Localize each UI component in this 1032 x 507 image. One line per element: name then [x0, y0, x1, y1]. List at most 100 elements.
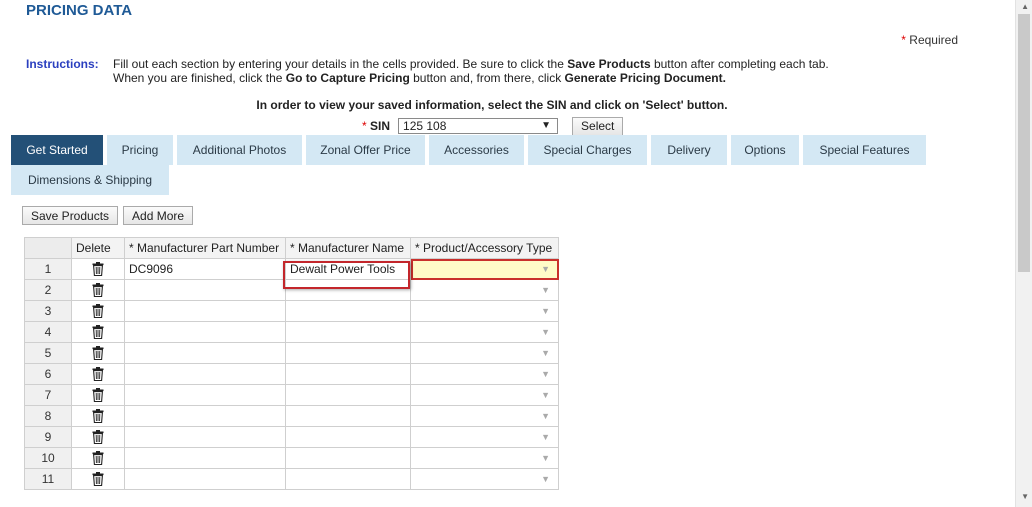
tab-get-started[interactable]: Get Started [11, 135, 103, 165]
manufacturer-name-cell[interactable] [285, 447, 411, 469]
product-type-cell[interactable]: ▼ [410, 363, 559, 385]
table-row: 7 ▼ [24, 384, 559, 406]
row-number: 10 [24, 447, 72, 469]
delete-cell[interactable] [71, 300, 125, 322]
delete-cell[interactable] [71, 279, 125, 301]
part-number-cell[interactable] [124, 384, 286, 406]
delete-cell[interactable] [71, 321, 125, 343]
grid-body: 1 DC9096 Dewalt Power Tools ▼ 2 ▼ 3 ▼ 4 ▼ 5 ▼ 6 ▼ 7 ▼ 8 ▼… [24, 258, 559, 490]
scrollbar-thumb[interactable] [1018, 14, 1030, 272]
manufacturer-name-cell[interactable] [285, 405, 411, 427]
trash-icon[interactable] [92, 409, 104, 424]
manufacturer-name-cell[interactable] [285, 321, 411, 343]
trash-icon[interactable] [92, 283, 104, 298]
row-number: 5 [24, 342, 72, 364]
product-type-cell[interactable]: ▼ [410, 321, 559, 343]
table-row: 8 ▼ [24, 405, 559, 427]
manufacturer-name-cell[interactable] [285, 426, 411, 448]
table-row: 3 ▼ [24, 300, 559, 322]
tab-special-charges[interactable]: Special Charges [528, 135, 647, 165]
trash-icon[interactable] [92, 472, 104, 487]
trash-icon[interactable] [92, 325, 104, 340]
row-number: 2 [24, 279, 72, 301]
add-more-button[interactable]: Add More [123, 206, 194, 225]
highlight-callout [283, 261, 410, 289]
delete-cell[interactable] [71, 342, 125, 364]
product-type-cell[interactable]: ▼ [410, 300, 559, 322]
row-number: 1 [24, 258, 72, 280]
part-number-cell[interactable] [124, 279, 286, 301]
product-type-cell[interactable]: ▼ [410, 342, 559, 364]
chevron-down-icon: ▼ [541, 285, 550, 295]
row-number: 6 [24, 363, 72, 385]
tab-zonal-offer-price[interactable]: Zonal Offer Price [306, 135, 425, 165]
table-row: 9 ▼ [24, 426, 559, 448]
part-number-cell[interactable] [124, 468, 286, 490]
row-number: 9 [24, 426, 72, 448]
tab-special-features[interactable]: Special Features [803, 135, 926, 165]
manufacturer-name-cell[interactable] [285, 468, 411, 490]
part-number-cell[interactable]: DC9096 [124, 258, 286, 280]
sin-select[interactable]: 125 108 ▼ [398, 118, 559, 134]
save-products-button[interactable]: Save Products [22, 206, 119, 225]
part-number-cell[interactable] [124, 447, 286, 469]
trash-icon[interactable] [92, 451, 104, 466]
tab-additional-photos[interactable]: Additional Photos [177, 135, 302, 165]
product-type-cell[interactable]: ▼ [410, 468, 559, 490]
trash-icon[interactable] [92, 304, 104, 319]
product-type-cell[interactable]: ▼ [410, 426, 559, 448]
product-type-cell[interactable]: ▼ [410, 279, 559, 301]
part-number-cell[interactable] [124, 405, 286, 427]
scroll-down-icon[interactable]: ▼ [1021, 492, 1029, 501]
instr-bold-generate: Generate Pricing Document. [564, 71, 726, 85]
sin-required-star: * [362, 119, 367, 133]
part-number-cell[interactable] [124, 321, 286, 343]
delete-cell[interactable] [71, 363, 125, 385]
delete-cell[interactable] [71, 447, 125, 469]
chevron-down-icon: ▼ [541, 411, 550, 421]
delete-cell[interactable] [71, 384, 125, 406]
table-row: 4 ▼ [24, 321, 559, 343]
sin-selected-value: 125 108 [403, 119, 447, 133]
instructions-label: Instructions: [26, 57, 99, 71]
column-header-delete: Delete [71, 237, 125, 259]
delete-cell[interactable] [71, 468, 125, 490]
trash-icon[interactable] [92, 262, 104, 277]
manufacturer-name-cell[interactable] [285, 363, 411, 385]
part-number-cell[interactable] [124, 342, 286, 364]
part-number-cell[interactable] [124, 363, 286, 385]
manufacturer-name-cell[interactable] [285, 300, 411, 322]
trash-icon[interactable] [92, 346, 104, 361]
part-number-cell[interactable] [124, 426, 286, 448]
select-button[interactable]: Select [572, 116, 624, 136]
instructions-line-1: Fill out each section by entering your d… [113, 57, 829, 71]
trash-icon[interactable] [92, 367, 104, 382]
table-row: 10 ▼ [24, 447, 559, 469]
chevron-down-icon: ▼ [541, 327, 550, 337]
required-star: * [901, 33, 906, 47]
tab-pricing[interactable]: Pricing [107, 135, 173, 165]
manufacturer-name-cell[interactable] [285, 342, 411, 364]
chevron-down-icon: ▼ [541, 348, 550, 358]
tab-accessories[interactable]: Accessories [429, 135, 524, 165]
tab-delivery[interactable]: Delivery [651, 135, 727, 165]
row-number: 3 [24, 300, 72, 322]
instr-bold-save-products: Save Products [567, 57, 651, 71]
trash-icon[interactable] [92, 430, 104, 445]
trash-icon[interactable] [92, 388, 104, 403]
product-type-cell[interactable]: ▼ [410, 405, 559, 427]
delete-cell[interactable] [71, 426, 125, 448]
tab-dimensions-shipping[interactable]: Dimensions & Shipping [11, 165, 169, 195]
delete-cell[interactable] [71, 405, 125, 427]
part-number-cell[interactable] [124, 300, 286, 322]
product-type-cell[interactable]: ▼ [410, 258, 559, 280]
tab-options[interactable]: Options [731, 135, 799, 165]
scroll-up-icon[interactable]: ▲ [1021, 2, 1029, 11]
product-type-cell[interactable]: ▼ [410, 384, 559, 406]
chevron-down-icon: ▼ [541, 453, 550, 463]
delete-cell[interactable] [71, 258, 125, 280]
product-type-cell[interactable]: ▼ [410, 447, 559, 469]
chevron-down-icon: ▼ [541, 120, 552, 131]
chevron-down-icon: ▼ [541, 390, 550, 400]
manufacturer-name-cell[interactable] [285, 384, 411, 406]
